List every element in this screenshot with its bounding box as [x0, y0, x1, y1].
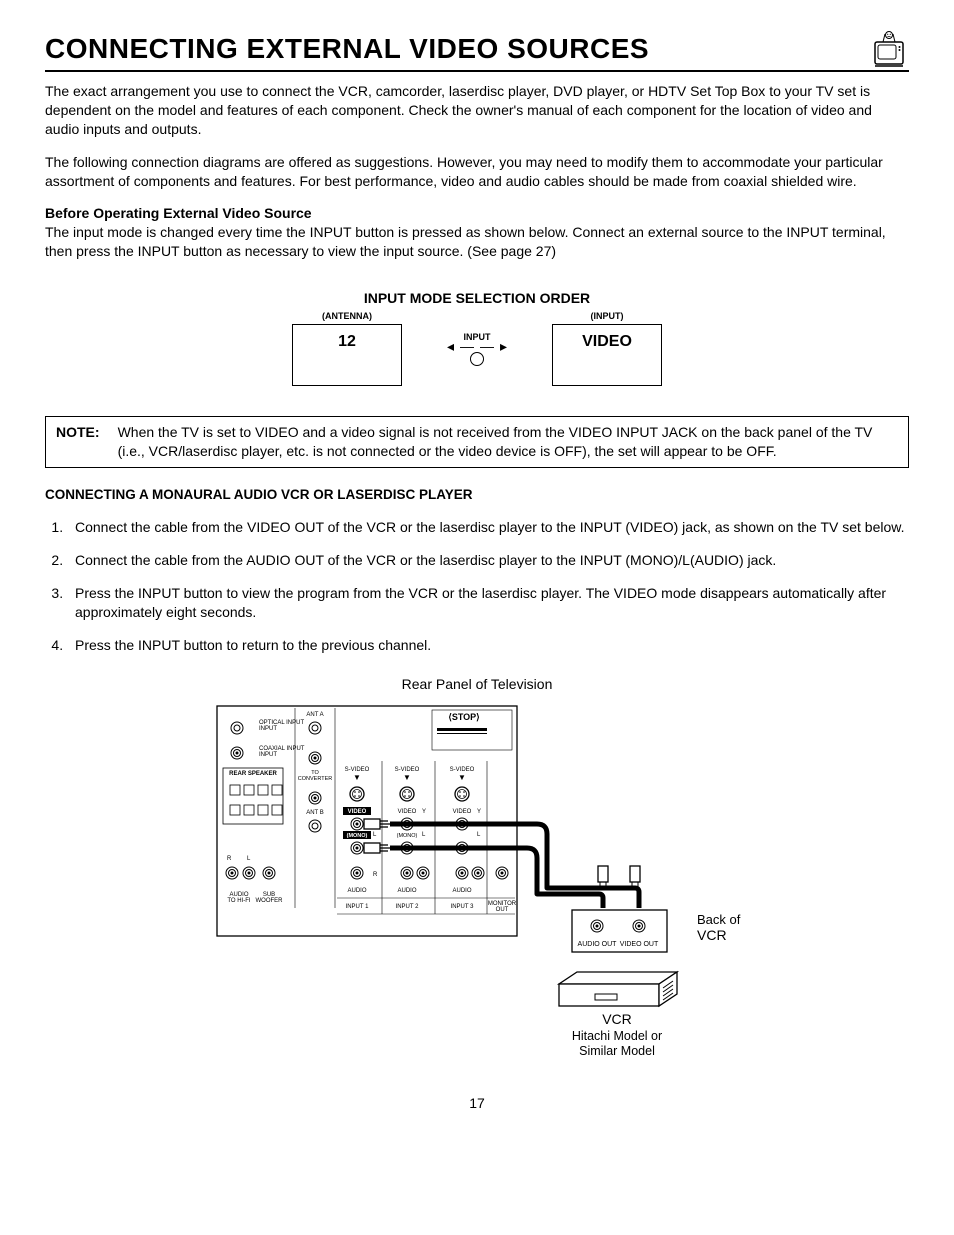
rear-panel-caption: Rear Panel of Television — [45, 675, 909, 694]
note-text: When the TV is set to VIDEO and a video … — [118, 423, 898, 461]
svg-text:INPUT: INPUT — [259, 726, 277, 732]
svg-text:R: R — [227, 856, 232, 862]
svg-text:▼: ▼ — [403, 773, 411, 782]
svg-text:L: L — [373, 832, 377, 838]
svg-text:REAR SPEAKER: REAR SPEAKER — [229, 771, 277, 777]
step-item: Connect the cable from the AUDIO OUT of … — [67, 551, 909, 570]
antenna-box: 12 — [292, 324, 402, 386]
note-label: NOTE: — [56, 423, 100, 461]
svg-text:TO HI-FI: TO HI-FI — [227, 898, 251, 904]
before-heading: Before Operating External Video Source — [45, 204, 909, 223]
step-item: Press the INPUT button to view the progr… — [67, 584, 909, 622]
svg-text:ANT B: ANT B — [306, 810, 324, 816]
input-button-graphic: INPUT ◂——▸ — [447, 331, 507, 368]
input-diagram-title: INPUT MODE SELECTION ORDER — [45, 289, 909, 308]
svg-text:INPUT 3: INPUT 3 — [451, 904, 475, 910]
svg-text:AUDIO OUT: AUDIO OUT — [578, 941, 618, 948]
svg-text:INPUT 2: INPUT 2 — [396, 904, 420, 910]
input-label: (INPUT) — [547, 310, 667, 322]
svg-text:VCR: VCR — [602, 1011, 632, 1027]
antenna-label: (ANTENNA) — [287, 310, 407, 322]
input-mode-diagram: (ANTENNA) 12 INPUT ◂——▸ (INPUT) VIDEO — [45, 310, 909, 386]
svg-text:VCR: VCR — [697, 927, 727, 943]
title-rule — [45, 70, 909, 72]
connecting-vcr-heading: CONNECTING A MONAURAL AUDIO VCR OR LASER… — [45, 486, 909, 504]
intro-p1: The exact arrangement you use to connect… — [45, 82, 909, 139]
svg-text:R: R — [373, 872, 378, 878]
svg-text:INPUT 1: INPUT 1 — [346, 904, 370, 910]
svg-text:AUDIO: AUDIO — [397, 888, 416, 894]
page-number: 17 — [45, 1094, 909, 1113]
svg-text:L: L — [477, 832, 481, 838]
tv-icon — [869, 30, 909, 70]
svg-text:L: L — [247, 856, 251, 862]
svg-text:⟨STOP⟩: ⟨STOP⟩ — [448, 712, 479, 722]
steps-list: Connect the cable from the VIDEO OUT of … — [45, 518, 909, 654]
svg-text:VIDEO OUT: VIDEO OUT — [620, 941, 659, 948]
svg-text:VIDEO: VIDEO — [398, 809, 417, 815]
svg-text:VIDEO: VIDEO — [348, 809, 367, 815]
svg-text:▼: ▼ — [353, 773, 361, 782]
svg-text:Back of: Back of — [697, 912, 741, 927]
svg-text:▼: ▼ — [458, 773, 466, 782]
svg-text:L: L — [422, 832, 426, 838]
svg-text:Similar Model: Similar Model — [579, 1044, 655, 1058]
svg-text:OUT: OUT — [496, 907, 509, 913]
svg-text:AUDIO: AUDIO — [347, 888, 366, 894]
svg-text:VIDEO: VIDEO — [453, 809, 472, 815]
intro-p2: The following connection diagrams are of… — [45, 153, 909, 191]
note-box: NOTE: When the TV is set to VIDEO and a … — [45, 416, 909, 468]
page-title: Connecting External Video Sources — [45, 30, 649, 68]
svg-text:Y: Y — [422, 809, 426, 815]
svg-text:(MONO): (MONO) — [347, 833, 368, 839]
svg-text:ANT A: ANT A — [306, 712, 323, 718]
step-item: Connect the cable from the VIDEO OUT of … — [67, 518, 909, 537]
input-button-label: INPUT — [447, 331, 507, 343]
svg-text:Hitachi Model or: Hitachi Model or — [572, 1029, 662, 1043]
svg-text:INPUT: INPUT — [259, 752, 277, 758]
svg-text:WOOFER: WOOFER — [256, 898, 284, 904]
before-body: The input mode is changed every time the… — [45, 223, 909, 261]
svg-text:AUDIO: AUDIO — [452, 888, 471, 894]
rear-panel-diagram: OPTICAL INPUT INPUT COAXIAL INPUT INPUT … — [207, 698, 747, 1068]
svg-text:(MONO): (MONO) — [397, 833, 418, 839]
svg-text:Y: Y — [477, 809, 481, 815]
input-box: VIDEO — [552, 324, 662, 386]
svg-text:CONVERTER: CONVERTER — [298, 776, 332, 782]
step-item: Press the INPUT button to return to the … — [67, 636, 909, 655]
